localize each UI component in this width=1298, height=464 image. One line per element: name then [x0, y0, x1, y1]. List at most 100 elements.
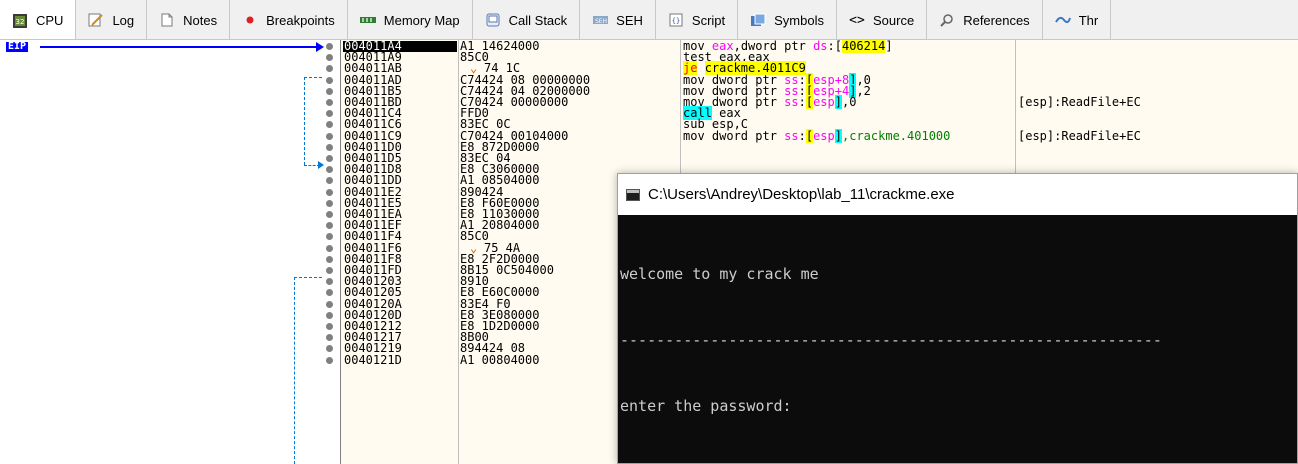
console-window[interactable]: C:\Users\Andrey\Desktop\lab_11\crackme.e… — [617, 173, 1298, 464]
console-line: welcome to my crack me — [620, 265, 819, 283]
disasm-row[interactable]: 004011C4 FFD0 call eax — [0, 106, 1298, 121]
instr-token: ds — [813, 40, 828, 53]
console-app-icon — [626, 188, 640, 201]
script-icon: {} — [668, 12, 684, 28]
breakpoint-dot-icon — [242, 12, 258, 28]
svg-text:32: 32 — [16, 18, 25, 26]
instr-token: mov dword ptr — [683, 128, 785, 143]
seh-icon: SEH — [592, 12, 609, 28]
tab-label: Symbols — [774, 12, 824, 28]
breakpoint-dot[interactable] — [326, 278, 333, 286]
breakpoint-dot[interactable] — [326, 334, 333, 342]
breakpoint-dot[interactable] — [326, 87, 333, 95]
console-title: C:\Users\Andrey\Desktop\lab_11\crackme.e… — [648, 186, 955, 203]
log-icon — [88, 12, 104, 28]
breakpoint-dot[interactable] — [326, 199, 333, 207]
tab-label: Notes — [183, 12, 218, 28]
breakpoint-dot[interactable] — [326, 166, 333, 174]
tab-label: Memory Map — [383, 12, 460, 28]
instr-token: ss — [784, 95, 799, 109]
breakpoint-dot[interactable] — [326, 345, 333, 353]
breakpoint-dot[interactable] — [326, 65, 333, 73]
instr-token: esp — [813, 128, 835, 143]
threads-icon — [1054, 12, 1071, 28]
instr-token: ,2 — [856, 83, 871, 98]
console-output[interactable]: welcome to my crack me -----------------… — [618, 215, 1297, 464]
disasm-row[interactable]: 004011BD C70424 00000000 mov dword ptr ss:… — [0, 95, 1298, 109]
breakpoint-dot[interactable] — [326, 323, 333, 330]
tab-threads[interactable]: Thr — [1042, 0, 1112, 39]
breakpoint-dot[interactable] — [326, 110, 333, 118]
comment-cell: [esp]:ReadFile+EC — [1018, 95, 1141, 109]
disasm-row[interactable]: 004011AB ⌄ 74 1C je crackme.4011C9 — [0, 61, 1298, 76]
disasm-row[interactable]: 004011D0 E8 872D0000 — [0, 141, 1298, 153]
instr-token: : — [798, 95, 806, 109]
tab-label: SEH — [616, 12, 643, 28]
breakpoint-dot[interactable] — [326, 244, 333, 252]
breakpoint-dot[interactable] — [326, 76, 333, 84]
tab-symbols[interactable]: Symbols — [738, 0, 837, 39]
svg-text:{}: {} — [672, 17, 680, 25]
breakpoint-dot[interactable] — [326, 188, 333, 196]
instr-token: ss — [784, 128, 799, 143]
tab-source[interactable]: <> Source — [837, 0, 928, 39]
instr-token: esp — [813, 95, 835, 109]
breakpoint-dot[interactable] — [326, 233, 333, 241]
disasm-row[interactable]: 004011A4 A1 14624000 mov eax,dword ptr ds:… — [0, 40, 1298, 53]
tab-breakpoints[interactable]: Breakpoints — [230, 0, 348, 39]
tab-bar: 32 CPU Log Notes Breakpoints Memory Map … — [0, 0, 1298, 40]
instr-token: ] — [885, 40, 893, 53]
tab-references[interactable]: References — [927, 0, 1043, 39]
memory-map-icon — [359, 12, 376, 28]
breakpoint-dot[interactable] — [326, 155, 333, 162]
source-icon: <> — [849, 12, 865, 28]
disasm-row[interactable]: 004011C9 C70424 00104000 mov dword ptr ss:… — [0, 128, 1298, 143]
breakpoint-dot[interactable] — [326, 211, 333, 218]
breakpoint-dot[interactable] — [326, 43, 333, 50]
breakpoint-dot[interactable] — [326, 300, 333, 308]
breakpoint-dot[interactable] — [326, 267, 333, 274]
breakpoint-dot[interactable] — [326, 311, 333, 319]
tab-label: References — [963, 12, 1030, 28]
tab-label: Thr — [1078, 12, 1099, 28]
disasm-row[interactable]: 004011A9 85C0 test eax,eax — [0, 51, 1298, 63]
notes-icon — [159, 12, 175, 28]
console-titlebar[interactable]: C:\Users\Andrey\Desktop\lab_11\crackme.e… — [618, 174, 1297, 215]
tab-log[interactable]: Log — [76, 0, 148, 39]
tab-label: Breakpoints — [266, 12, 335, 28]
breakpoint-dot[interactable] — [326, 177, 333, 185]
tab-call-stack[interactable]: Call Stack — [472, 0, 581, 39]
tab-script[interactable]: {} Script — [655, 0, 739, 39]
tab-label: CPU — [36, 13, 64, 28]
references-icon — [939, 12, 955, 28]
breakpoint-dot[interactable] — [326, 255, 333, 263]
tab-label: Call Stack — [508, 12, 568, 28]
tab-cpu[interactable]: 32 CPU — [0, 0, 77, 39]
disasm-row[interactable]: 004011AD C74424 08 00000000 mov dword ptr … — [0, 72, 1298, 87]
breakpoint-dot[interactable] — [326, 356, 333, 364]
breakpoint-dot[interactable] — [326, 54, 333, 62]
instr-token: [ — [805, 128, 814, 143]
cpu-icon: 32 — [12, 13, 28, 29]
tab-seh[interactable]: SEH SEH — [580, 0, 656, 39]
tab-label: Script — [691, 12, 726, 28]
breakpoint-dot[interactable] — [326, 132, 333, 140]
breakpoint-dot[interactable] — [326, 222, 333, 230]
breakpoint-dot[interactable] — [326, 289, 333, 297]
breakpoint-dot[interactable] — [326, 121, 333, 129]
disasm-row[interactable]: 004011D5 83EC 04 — [0, 152, 1298, 164]
instr-token: ] — [834, 128, 842, 143]
call-stack-icon — [485, 12, 501, 28]
instruction-cell: mov dword ptr ss:[esp],crackme.401000 — [683, 128, 951, 143]
breakpoint-dot[interactable] — [326, 143, 333, 151]
bytes-cell: A1 00804000 — [460, 352, 540, 367]
tab-memory-map[interactable]: Memory Map — [347, 0, 473, 39]
instr-token: 406214 — [841, 40, 886, 53]
symbols-icon — [750, 12, 766, 28]
tab-label: Log — [112, 12, 135, 28]
tab-label: Source — [873, 12, 915, 28]
tab-notes[interactable]: Notes — [147, 0, 231, 39]
console-line: enter the password: — [620, 397, 792, 415]
breakpoint-dot[interactable] — [326, 99, 333, 106]
instr-token: ,crackme.401000 — [842, 128, 951, 143]
